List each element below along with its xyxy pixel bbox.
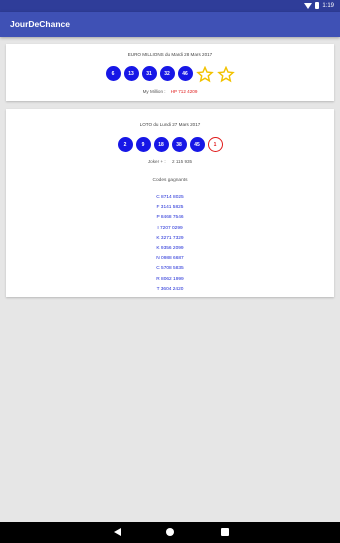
joker-row: Joker + : 2 115 935 (6, 159, 334, 164)
my-million-label: My Million : (142, 89, 166, 94)
ball: 31 (141, 66, 157, 81)
joker-value: 2 115 935 (172, 159, 193, 164)
ball: 6 (105, 66, 121, 81)
ball: 2 (117, 137, 133, 152)
ball: 32 (159, 66, 175, 81)
ball: 38 (171, 137, 187, 152)
ball: 45 (189, 137, 205, 152)
list-item: F 3141 5825 (156, 205, 184, 211)
euromillions-heading: EURO MILLIONS du Mardi 28 Mars 2017 (127, 52, 213, 57)
list-item: N 0988 6687 (156, 256, 184, 262)
joker-label: Joker + : (147, 159, 166, 164)
back-icon[interactable] (114, 528, 121, 536)
star-icon (216, 66, 235, 83)
ball: 13 (123, 66, 139, 81)
codes-title: Codes gagnants (152, 178, 188, 183)
euromillions-card[interactable]: EURO MILLIONS du Mardi 28 Mars 2017 6 13… (6, 44, 334, 101)
list-item: P 8468 7546 (156, 215, 184, 221)
loto-card[interactable]: LOTO du Lundi 27 Mars 2017 2 9 18 38 45 … (6, 109, 334, 297)
navigation-bar (0, 522, 340, 543)
battery-icon (315, 2, 320, 9)
list-item: T 3604 2420 (156, 286, 184, 292)
list-item: C 8714 8025 (156, 195, 184, 200)
list-item: K 9356 2099 (156, 245, 184, 251)
lucky-number: 1 (207, 137, 223, 152)
list-item: I 7207 0299 (157, 225, 183, 231)
home-icon[interactable] (166, 528, 174, 536)
list-item: K 3271 7329 (156, 235, 184, 241)
ball: 18 (153, 137, 169, 152)
star-icon (195, 66, 214, 83)
recents-icon[interactable] (221, 528, 229, 536)
ball: 46 (177, 66, 193, 81)
app-bar: JourDeChance (0, 12, 340, 37)
clock: 1:19 (322, 2, 334, 9)
loto-heading: LOTO du Lundi 27 Mars 2017 (139, 122, 201, 127)
my-million-code: HP 712 4209 (170, 89, 198, 94)
codes-list: C 8714 8025 F 3141 5825 P 8468 7546 I 72… (6, 193, 334, 295)
my-million-row: My Million : HP 712 4209 (6, 89, 334, 94)
list-item: R 8062 1999 (156, 276, 184, 282)
list-item: C 5708 5835 (156, 266, 184, 272)
wifi-icon (304, 2, 313, 9)
status-bar: 1:19 (0, 0, 340, 12)
loto-balls: 2 9 18 38 45 1 (6, 137, 334, 152)
euromillions-balls: 6 13 31 32 46 (6, 66, 334, 83)
app-title: JourDeChance (10, 19, 70, 29)
ball: 9 (135, 137, 151, 152)
